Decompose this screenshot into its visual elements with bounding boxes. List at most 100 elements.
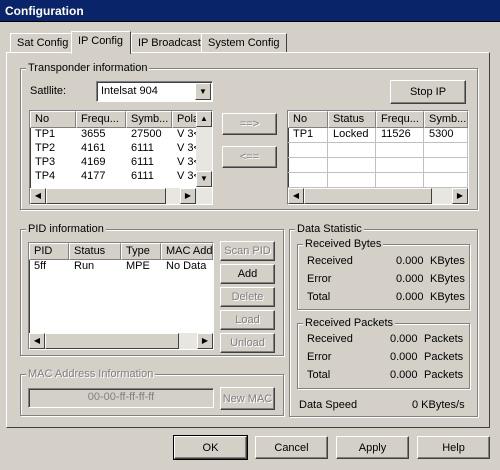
locked-transponder-list[interactable]: No Status Frequ... Symb... TP1 Locked 11…	[287, 110, 469, 205]
scroll-thumb[interactable]	[46, 188, 166, 204]
table-row	[288, 173, 468, 188]
column-header-frequency[interactable]: Frequ...	[376, 111, 424, 128]
table-row[interactable]: TP1 Locked 11526 5300	[288, 128, 468, 143]
list-item[interactable]: TP3 4169 6111 V 3<	[30, 156, 212, 170]
tab-ip-broadcast[interactable]: IP Broadcast	[131, 33, 208, 53]
bytes-received-value: 0.000	[396, 255, 424, 267]
arrow-left-icon[interactable]: ◀	[30, 188, 46, 204]
chevron-down-icon[interactable]: ▼	[195, 83, 211, 100]
arrow-left-icon[interactable]: ◀	[288, 188, 304, 204]
cell: TP2	[35, 142, 56, 154]
bytes-error-value: 0.000	[396, 273, 424, 285]
cancel-button[interactable]: Cancel	[255, 436, 328, 459]
cell: 5300	[424, 128, 468, 142]
cell: 27500	[131, 128, 162, 140]
list-item[interactable]: TP2 4161 6111 V 3<	[30, 142, 212, 156]
satellite-select[interactable]: Intelsat 904 ▼	[96, 81, 213, 102]
scan-pid-button[interactable]: Scan PID	[220, 241, 275, 261]
column-header-status[interactable]: Status	[69, 243, 121, 260]
tab-sat-config[interactable]: Sat Config	[10, 33, 76, 53]
cell: Run	[74, 260, 95, 272]
scroll-thumb[interactable]	[304, 188, 432, 204]
bytes-total-value: 0.000	[396, 291, 424, 303]
arrow-left-icon[interactable]: ◀	[29, 333, 45, 349]
pid-group-title: PID information	[26, 223, 106, 235]
bytes-received-unit: KBytes	[430, 255, 465, 267]
cell: 5ff	[34, 260, 47, 272]
list-item[interactable]: TP1 3655 27500 V 3<	[30, 128, 212, 142]
list-item[interactable]: TP4 4177 6111 V 3<	[30, 170, 212, 184]
arrow-right-icon[interactable]: ▶	[452, 188, 468, 204]
cell: 6111	[131, 170, 154, 182]
arrow-up-icon[interactable]: ▲	[196, 111, 212, 127]
bytes-total-unit: KBytes	[430, 291, 465, 303]
help-button[interactable]: Help	[417, 436, 490, 459]
data-statistic-title: Data Statistic	[295, 223, 364, 235]
received-packets-title: Received Packets	[303, 317, 396, 329]
bytes-error-label: Error	[307, 273, 332, 285]
cell: 4169	[81, 156, 106, 168]
packets-received-label: Received	[307, 333, 353, 345]
cell: TP1	[288, 128, 328, 142]
pid-list[interactable]: PID Status Type MAC Add 5ff Run MPE No D…	[28, 242, 214, 350]
mac-address-field[interactable]: 00-00-ff-ff-ff-ff	[28, 388, 214, 408]
cell: 6111	[131, 142, 154, 154]
unload-pid-button[interactable]: Unload	[220, 333, 275, 353]
stop-ip-button[interactable]: Stop IP	[390, 80, 466, 104]
horizontal-scrollbar[interactable]: ◀ ▶	[29, 333, 213, 349]
column-header-type[interactable]: Type	[121, 243, 161, 260]
bytes-received-label: Received	[307, 255, 353, 267]
packets-error-value: 0.000	[390, 351, 418, 363]
cell: 11526	[376, 128, 424, 142]
packets-received-unit: Packets	[424, 333, 464, 345]
cell: TP4	[35, 170, 56, 182]
bytes-error-unit: KBytes	[430, 273, 465, 285]
arrow-right-icon[interactable]: ▶	[197, 333, 213, 349]
transponder-list[interactable]: No Frequ... Symb... Pola TP1 3655 27500 …	[29, 110, 213, 205]
cell: 4161	[81, 142, 106, 154]
apply-button[interactable]: Apply	[336, 436, 409, 459]
satellite-label: Satllite:	[30, 85, 67, 97]
load-pid-button[interactable]: Load	[220, 310, 275, 330]
tab-system-config[interactable]: System Config	[201, 33, 287, 53]
column-header-status[interactable]: Status	[328, 111, 376, 128]
packets-total-unit: Packets	[424, 369, 464, 381]
cell: No Data	[166, 260, 207, 272]
packets-error-unit: Packets	[424, 351, 464, 363]
window-title: Configuration	[0, 0, 500, 22]
table-row[interactable]: 5ff Run MPE No Data	[29, 260, 213, 274]
column-header-no[interactable]: No	[30, 111, 76, 128]
received-bytes-title: Received Bytes	[303, 238, 384, 250]
horizontal-scrollbar[interactable]: ◀ ▶	[288, 188, 468, 204]
column-header-symbol[interactable]: Symb...	[126, 111, 172, 128]
ok-button[interactable]: OK	[173, 435, 248, 460]
data-speed-label: Data Speed	[299, 399, 358, 411]
arrow-right-icon[interactable]: ▶	[180, 188, 196, 204]
column-header-mac[interactable]: MAC Add	[161, 243, 213, 260]
mac-group-title: MAC Address Information	[26, 368, 156, 380]
data-speed-value: 0 KBytes/s	[412, 399, 465, 411]
transponder-group-title: Transponder information	[26, 62, 150, 74]
arrow-down-icon[interactable]: ▼	[196, 171, 212, 187]
new-mac-button[interactable]: New MAC	[220, 387, 275, 410]
column-header-frequency[interactable]: Frequ...	[76, 111, 126, 128]
cell: Locked	[328, 128, 376, 142]
horizontal-scrollbar[interactable]: ◀ ▶	[30, 188, 212, 204]
packets-total-value: 0.000	[390, 369, 418, 381]
cell: 3655	[81, 128, 106, 140]
column-header-no[interactable]: No	[288, 111, 328, 128]
table-row	[288, 143, 468, 158]
tab-ip-config[interactable]: IP Config	[71, 31, 131, 54]
column-header-pid[interactable]: PID	[29, 243, 69, 260]
cell: MPE	[126, 260, 150, 272]
cell: 4177	[81, 170, 106, 182]
remove-transponder-button[interactable]: <==	[222, 146, 277, 168]
vertical-scrollbar[interactable]: ▲ ▼	[196, 111, 212, 187]
add-pid-button[interactable]: Add	[220, 264, 275, 284]
scroll-thumb[interactable]	[45, 333, 179, 349]
column-header-symbol[interactable]: Symb...	[424, 111, 468, 128]
packets-received-value: 0.000	[390, 333, 418, 345]
table-row	[288, 158, 468, 173]
delete-pid-button[interactable]: Delete	[220, 287, 275, 307]
add-transponder-button[interactable]: ==>	[222, 113, 277, 135]
